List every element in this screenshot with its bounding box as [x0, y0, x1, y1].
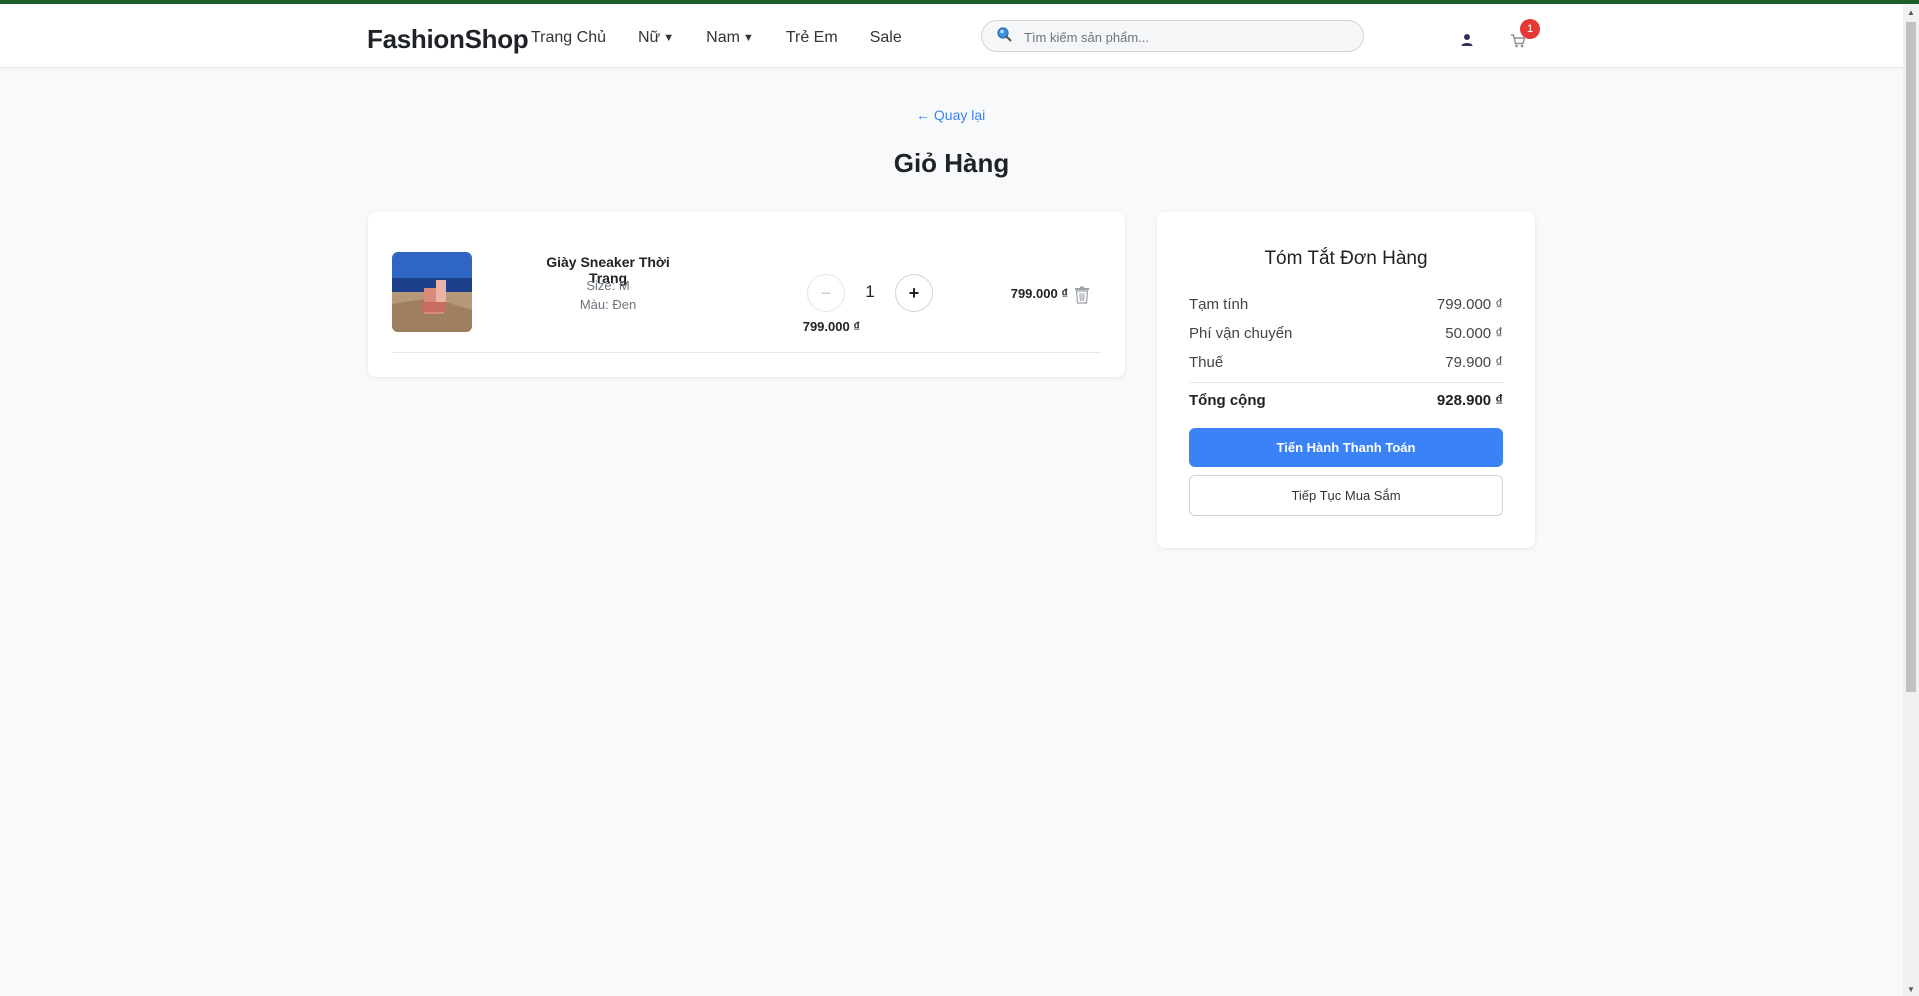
- cart-count-badge: 1: [1520, 19, 1540, 39]
- tax-value: 79.900 ₫: [1445, 354, 1503, 371]
- user-icon[interactable]: [1460, 33, 1474, 47]
- product-unit-price: 799.000 ₫: [802, 319, 860, 334]
- nav-item-kids[interactable]: Trẻ Em: [786, 29, 838, 47]
- line-total-price: 799.000 ₫: [1010, 286, 1068, 301]
- subtotal-label: Tạm tính: [1189, 296, 1249, 313]
- quantity-increase-button[interactable]: +: [895, 274, 933, 312]
- subtotal-value: 799.000 ₫: [1436, 296, 1503, 313]
- tax-row: Thuế 79.900 ₫: [1189, 354, 1503, 371]
- tax-label: Thuế: [1189, 354, 1224, 371]
- main-nav: Trang Chủ Nữ ▼ Nam ▼ Trẻ Em Sale: [531, 29, 934, 47]
- page-title: Giỏ Hàng: [893, 148, 1010, 178]
- nav-item-sale[interactable]: Sale: [870, 29, 902, 47]
- chevron-down-icon: ▼: [742, 32, 754, 44]
- item-divider: [392, 352, 1101, 353]
- trash-icon[interactable]: [1074, 286, 1090, 304]
- page-scrollbar[interactable]: ▲ ▼: [1903, 4, 1919, 996]
- nav-item-label: Nam: [706, 29, 740, 46]
- nav-item-home[interactable]: Trang Chủ: [531, 29, 606, 47]
- scroll-thumb[interactable]: [1906, 22, 1916, 692]
- shipping-row: Phí vận chuyển 50.000 ₫: [1189, 325, 1503, 342]
- quantity-decrease-button[interactable]: −: [807, 274, 845, 312]
- checkout-button[interactable]: Tiến Hành Thanh Toán: [1189, 428, 1503, 467]
- subtotal-row: Tạm tính 799.000 ₫: [1189, 296, 1503, 313]
- nav-item-label: Trẻ Em: [785, 29, 838, 46]
- total-label: Tổng cộng: [1189, 392, 1266, 409]
- nav-item-women[interactable]: Nữ ▼: [638, 29, 674, 47]
- continue-shopping-button[interactable]: Tiếp Tục Mua Sắm: [1189, 475, 1503, 516]
- product-image[interactable]: [392, 252, 472, 332]
- search-icon: [997, 27, 1012, 42]
- cart-items-card: Giày Sneaker Thời Trang Size: M Màu: Đen…: [368, 212, 1125, 377]
- shipping-label: Phí vận chuyển: [1189, 325, 1293, 342]
- shipping-value: 50.000 ₫: [1445, 325, 1503, 342]
- total-row: Tổng cộng 928.900 ₫: [1189, 392, 1503, 409]
- nav-item-label: Sale: [869, 29, 902, 46]
- summary-divider: [1189, 382, 1503, 383]
- search-box: [981, 20, 1364, 52]
- chevron-down-icon: ▼: [663, 32, 675, 44]
- site-logo[interactable]: FashionShop: [367, 24, 529, 55]
- scroll-up-arrow[interactable]: ▲: [1907, 8, 1915, 17]
- site-header: FashionShop Trang Chủ Nữ ▼ Nam ▼ Trẻ Em …: [0, 4, 1903, 68]
- product-size: Size: M: [586, 278, 630, 293]
- quantity-value: 1: [865, 282, 875, 301]
- search-input[interactable]: [1022, 25, 1346, 49]
- nav-item-label: Trang Chủ: [531, 29, 606, 46]
- product-photo: [392, 252, 472, 332]
- order-summary-card: Tóm Tắt Đơn Hàng Tạm tính 799.000 ₫ Phí …: [1157, 212, 1535, 548]
- scroll-down-arrow[interactable]: ▼: [1907, 985, 1915, 994]
- total-value: 928.900 ₫: [1436, 392, 1503, 409]
- summary-title: Tóm Tắt Đơn Hàng: [1264, 248, 1428, 269]
- nav-item-label: Nữ: [638, 29, 661, 46]
- nav-item-men[interactable]: Nam ▼: [706, 29, 754, 47]
- back-link[interactable]: ← Quay lại: [916, 107, 985, 123]
- product-color: Màu: Đen: [579, 297, 637, 312]
